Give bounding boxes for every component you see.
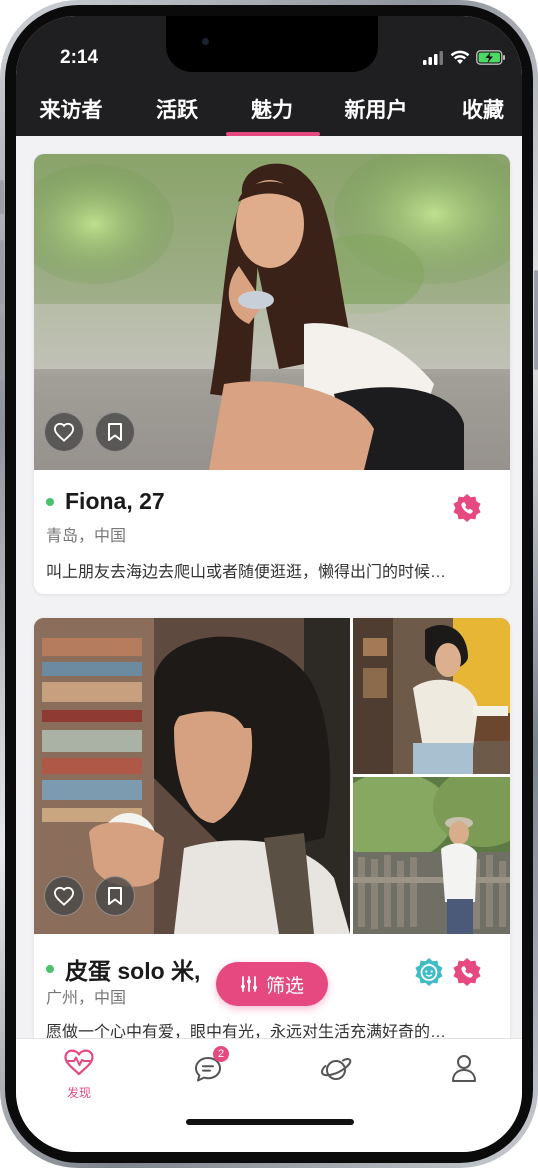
profile-location: 青岛，中国 [46, 528, 127, 545]
photo-woman-fence [353, 777, 510, 934]
mute-switch [0, 180, 4, 214]
volume-up-button [0, 240, 4, 304]
wifi-icon [450, 50, 470, 64]
like-button[interactable] [44, 412, 84, 452]
home-indicator[interactable] [186, 1119, 354, 1125]
power-button [534, 270, 538, 370]
tab-visitors[interactable]: 来访者 [38, 94, 104, 124]
profile-name: Fiona, 27 [65, 488, 165, 514]
notch [166, 16, 378, 72]
bookmark-button[interactable] [95, 876, 135, 916]
online-indicator [46, 497, 54, 506]
nav-discover[interactable]: 发现 [49, 1049, 109, 1101]
baby-face-badge[interactable] [414, 957, 444, 987]
name-row: 皮蛋 solo 米, [46, 952, 200, 986]
heart-icon [53, 886, 75, 906]
nav-profile[interactable] [434, 1049, 494, 1088]
tab-new-users[interactable]: 新用户 [341, 94, 411, 124]
bottom-navigation: 发现 2 [16, 1038, 522, 1152]
phone-badge-icon [453, 494, 481, 522]
phone-badge[interactable] [452, 957, 482, 987]
heart-pulse-icon [64, 1049, 94, 1076]
phone-frame: 2:14 来访者 活跃 魅力 新用户 收藏 Fiona, 27 青岛，中国 叫上… [0, 0, 538, 1168]
status-time: 2:14 [60, 47, 99, 68]
phone-badge[interactable] [452, 493, 482, 523]
photo-woman-reading [353, 618, 510, 774]
profile-photo-main[interactable] [34, 618, 350, 934]
nav-explore[interactable] [306, 1049, 366, 1090]
profile-feed[interactable]: Fiona, 27 青岛，中国 叫上朋友去海边去爬山或者随便逛逛，懒得出门的时候… [16, 136, 522, 1038]
status-icons [422, 50, 506, 65]
profile-location: 广州，中国 [46, 990, 127, 1007]
app-screen: 2:14 来访者 活跃 魅力 新用户 收藏 Fiona, 27 青岛，中国 叫上… [16, 16, 522, 1152]
online-indicator [46, 965, 54, 973]
category-tabs: 来访者 活跃 魅力 新用户 收藏 [16, 88, 522, 136]
phone-badge-icon [453, 958, 481, 986]
profile-icon [452, 1055, 476, 1082]
profile-name: 皮蛋 solo 米, [65, 958, 201, 984]
tab-active[interactable]: 活跃 [154, 94, 200, 124]
profile-photo-thumb[interactable] [353, 618, 510, 774]
tab-favorites[interactable]: 收藏 [459, 94, 507, 124]
profile-card[interactable]: Fiona, 27 青岛，中国 叫上朋友去海边去爬山或者随便逛逛，懒得出门的时候… [34, 154, 510, 594]
profile-bio: 叫上朋友去海边去爬山或者随便逛逛，懒得出门的时候… [46, 564, 447, 581]
nav-discover-label: 发现 [66, 1086, 91, 1100]
heart-icon [53, 422, 75, 442]
profile-bio: 愿做一个心中有爱，眼中有光，永远对生活充满好奇的… [46, 1024, 447, 1038]
unread-badge: 2 [213, 1046, 229, 1062]
bookmark-button[interactable] [95, 412, 135, 452]
like-button[interactable] [44, 876, 84, 916]
bookmark-icon [108, 423, 122, 441]
front-camera [202, 38, 209, 45]
profile-photo-thumb[interactable] [353, 777, 510, 934]
filter-label: 筛选 [265, 975, 304, 997]
battery-charging-icon [476, 50, 505, 65]
bookmark-icon [108, 887, 122, 905]
name-row: Fiona, 27 [46, 488, 165, 515]
volume-down-button [0, 316, 4, 380]
profile-photo[interactable] [34, 154, 510, 470]
filter-button[interactable]: 筛选 [216, 962, 328, 1006]
baby-face-badge-icon [415, 958, 443, 986]
signal-icon [423, 50, 443, 65]
nav-messages[interactable]: 2 [178, 1046, 238, 1088]
planet-icon [320, 1058, 352, 1080]
tab-charm[interactable]: 魅力 [248, 94, 296, 124]
sliders-icon [240, 976, 257, 992]
top-header: 2:14 来访者 活跃 魅力 新用户 收藏 [16, 16, 522, 136]
